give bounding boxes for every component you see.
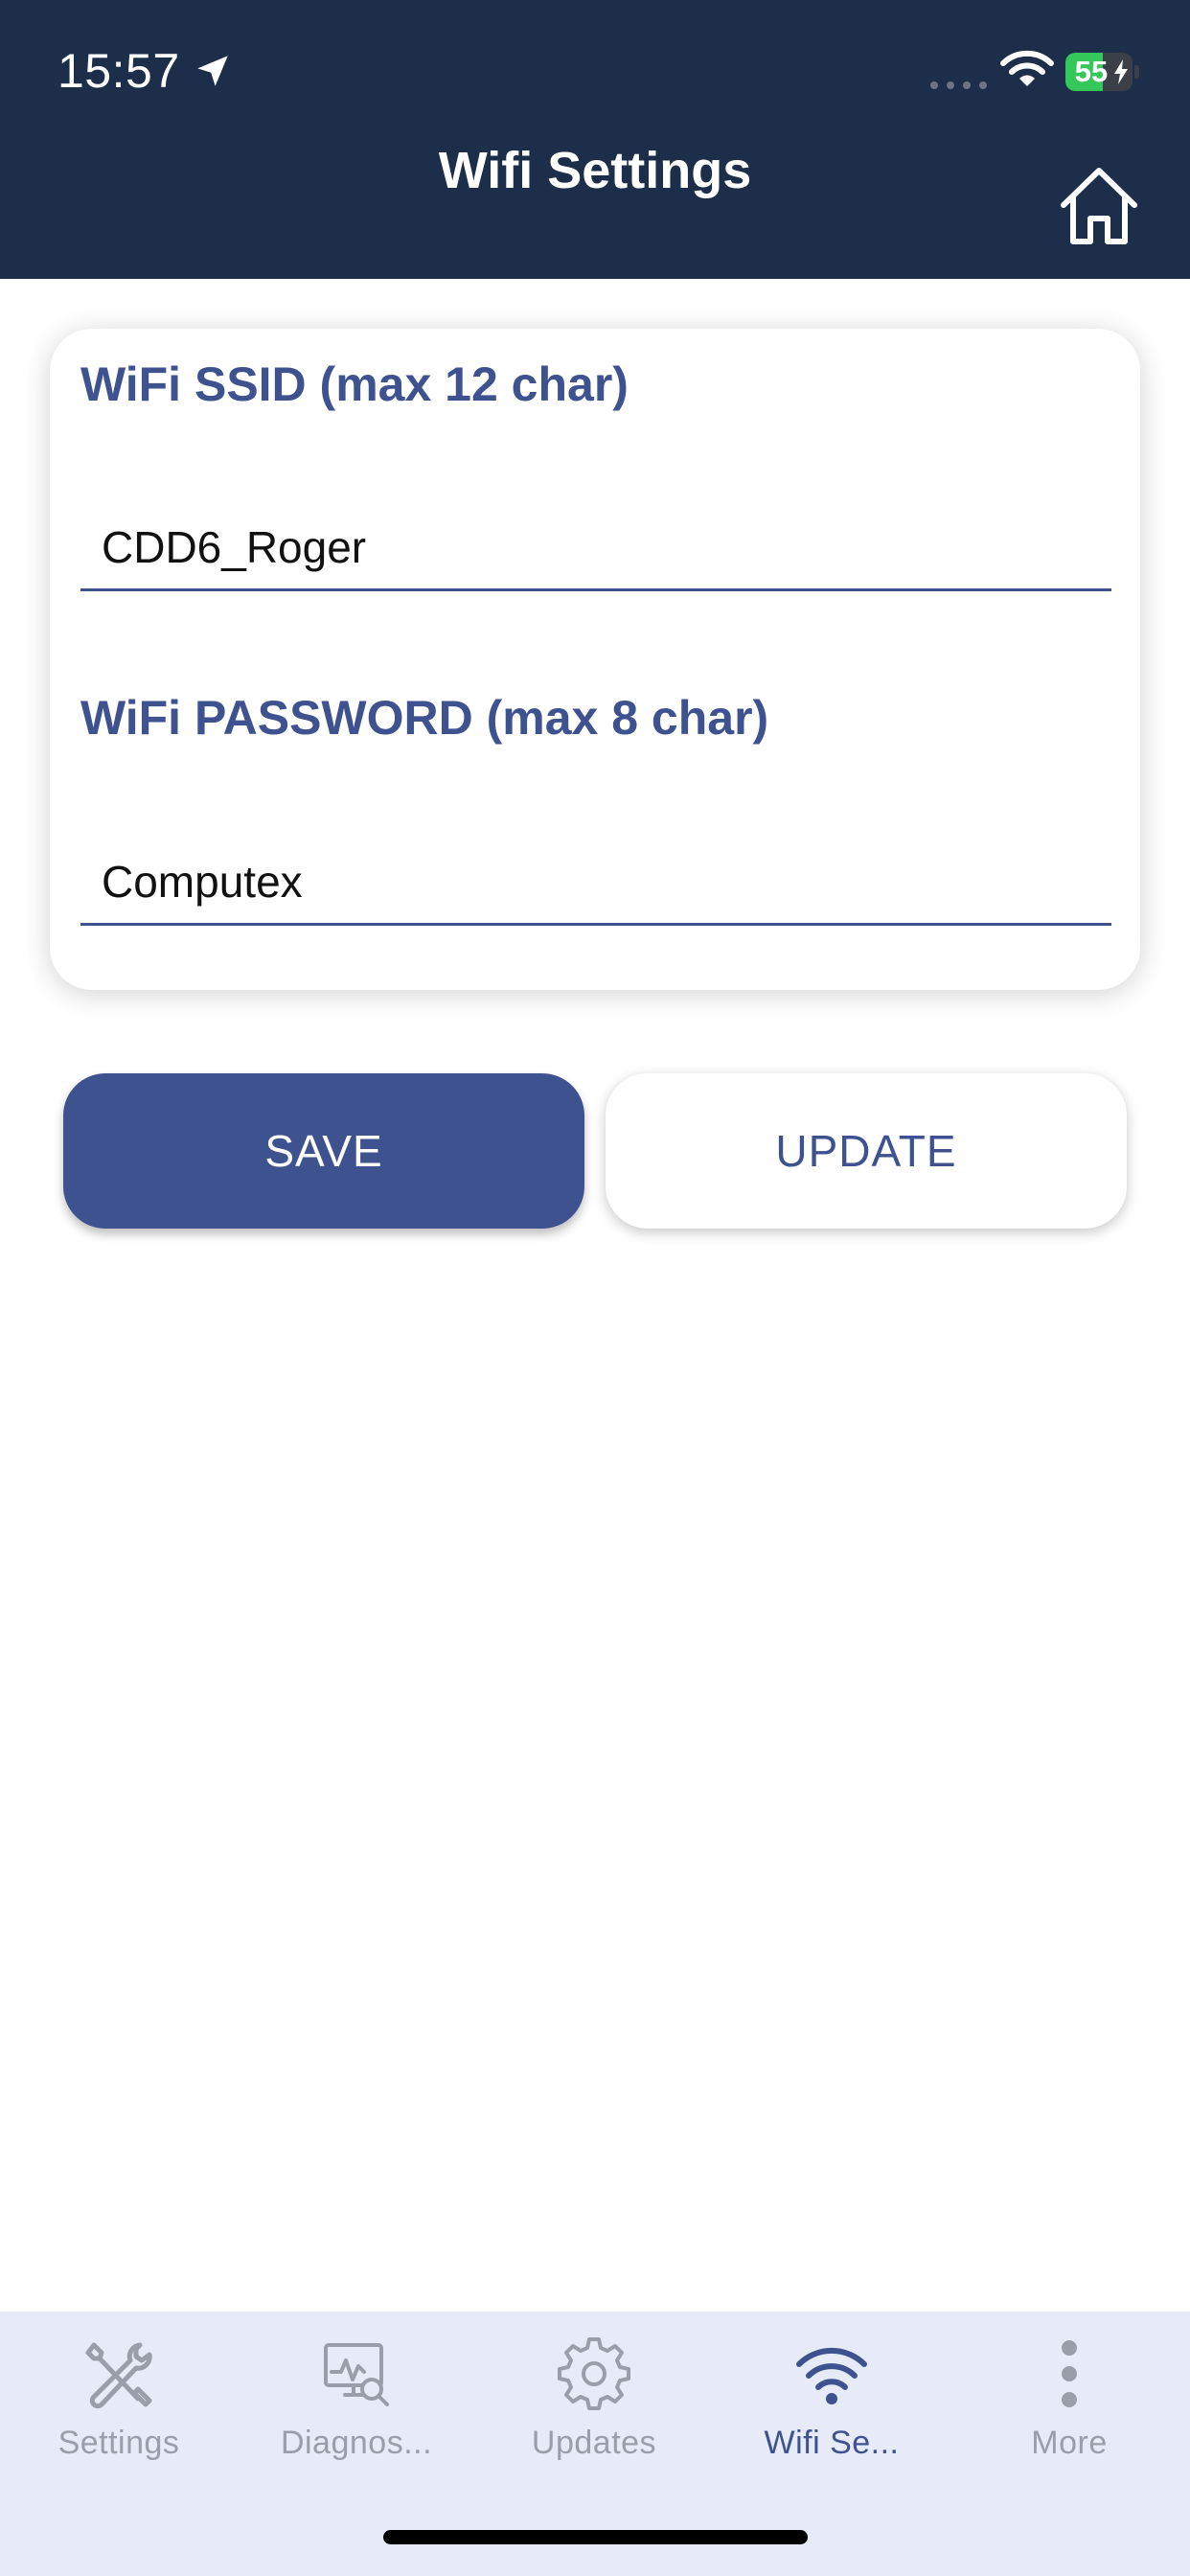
gear-icon (558, 2337, 630, 2410)
more-vertical-icon (1062, 2340, 1077, 2407)
home-icon[interactable] (1056, 165, 1142, 247)
tab-more[interactable]: More (950, 2312, 1188, 2494)
battery-level: 55 (1074, 55, 1109, 88)
tab-label: Updates (531, 2425, 657, 2461)
ssid-label: WiFi SSID (max 12 char) (80, 357, 629, 411)
save-button[interactable]: SAVE (63, 1073, 584, 1229)
home-indicator (383, 2530, 808, 2544)
status-time: 15:57 (57, 44, 180, 98)
tab-label: More (1031, 2425, 1108, 2461)
charging-bolt-icon (1114, 59, 1128, 84)
wifi-icon (1000, 50, 1054, 86)
tab-updates[interactable]: Updates (475, 2312, 713, 2494)
password-label: WiFi PASSWORD (max 8 char) (80, 691, 769, 745)
tab-label: Wifi Se... (764, 2425, 900, 2461)
page-title: Wifi Settings (438, 142, 752, 199)
ssid-input[interactable] (80, 505, 1111, 591)
tab-label: Diagnos... (280, 2425, 433, 2461)
wifi-icon (796, 2347, 867, 2404)
tab-diagnostics[interactable]: Diagnos... (238, 2312, 475, 2494)
diagnostics-icon (324, 2343, 389, 2406)
password-input[interactable] (80, 840, 1111, 926)
tools-icon (85, 2342, 152, 2409)
tab-label: Settings (57, 2425, 180, 2461)
tab-wifi-settings[interactable]: Wifi Se... (713, 2312, 950, 2494)
tab-settings[interactable]: Settings (0, 2312, 238, 2494)
location-arrow-icon (197, 56, 228, 86)
cellular-signal-icon (930, 81, 987, 89)
update-button[interactable]: UPDATE (606, 1073, 1127, 1229)
battery-charging-icon: 55 (1065, 53, 1139, 91)
header-bar: 15:57 55 Wifi Settings (0, 0, 1190, 279)
